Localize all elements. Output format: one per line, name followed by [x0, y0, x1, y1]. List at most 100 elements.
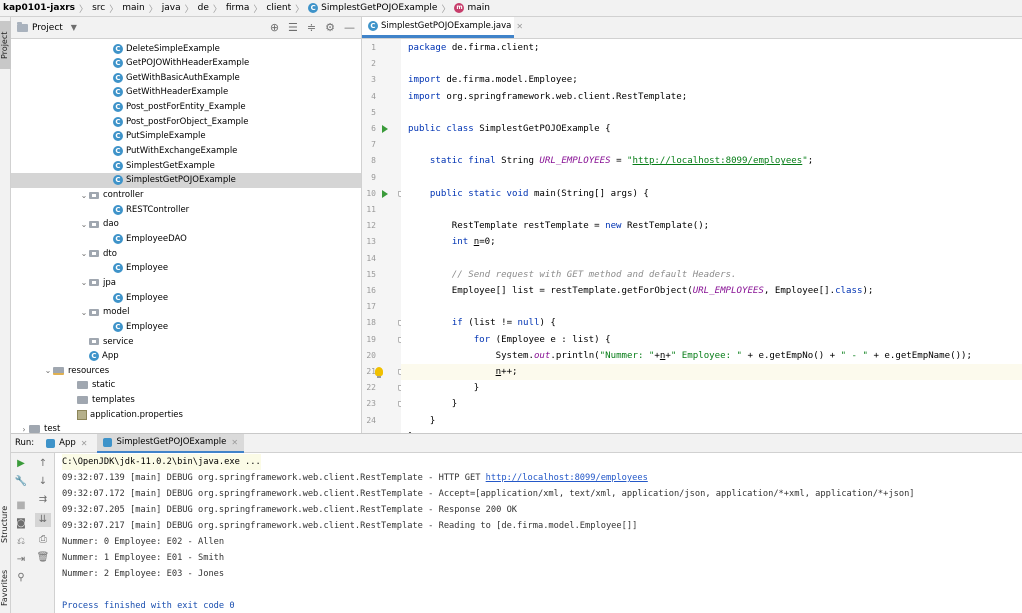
tree-item[interactable]: C GetWithBasicAuthExample [11, 70, 361, 85]
stop-icon[interactable]: ■ [13, 499, 29, 513]
code-token: package [408, 43, 452, 53]
editor-tab-active[interactable]: C SimplestGetPOJOExample.java ✕ [362, 17, 523, 38]
chevron-down-icon[interactable]: ▼ [71, 23, 77, 32]
code-editor[interactable]: package de.firma.client; import de.firma.… [401, 39, 1022, 433]
tree-item[interactable]: static [11, 378, 361, 393]
chevron-right-icon[interactable]: › [19, 425, 29, 433]
tree-item[interactable]: C DeleteSimpleExample [11, 41, 361, 56]
tree-item-label: Employee [126, 263, 169, 274]
locate-icon[interactable]: ⊕ [270, 21, 279, 34]
trash-icon[interactable]: 🗑 [35, 551, 51, 565]
code-line: package de.firma.client; [408, 40, 539, 56]
chevron-down-icon[interactable]: ⌄ [79, 220, 89, 229]
restore-layout-icon[interactable]: ⎌ [13, 535, 29, 549]
chevron-down-icon[interactable]: ⌄ [43, 366, 53, 375]
close-icon[interactable]: ✕ [81, 439, 88, 448]
gear-icon[interactable]: ⚙ [325, 21, 335, 34]
scroll-to-end-icon[interactable]: ⇊ [35, 513, 51, 527]
tree-item-label: resources [68, 365, 110, 376]
breadcrumb-item[interactable]: m main [454, 3, 490, 13]
wrench-icon[interactable]: 🔧 [13, 475, 29, 489]
tree-item[interactable]: application.properties [11, 407, 361, 422]
console-line: Nummer: 0 Employee: E02 - Allen [62, 534, 224, 550]
chevron-down-icon[interactable]: ⌄ [79, 308, 89, 317]
tree-item[interactable]: C SimplestGetExample [11, 158, 361, 173]
scroll-up-icon[interactable]: ↑ [35, 457, 51, 471]
tree-item[interactable]: ⌄ resources [11, 363, 361, 378]
minimize-icon[interactable]: — [344, 21, 355, 34]
breadcrumb-item[interactable]: src [92, 3, 105, 13]
collapse-all-icon[interactable]: ≑ [307, 21, 316, 34]
tree-item[interactable]: C Post_postForObject_Example [11, 114, 361, 129]
breadcrumb-item[interactable]: de [198, 3, 209, 13]
scroll-down-icon[interactable]: ↓ [35, 475, 51, 489]
project-view-selector[interactable]: Project ▼ [17, 21, 77, 33]
line-number: 15 [366, 269, 376, 279]
tree-item[interactable]: C SimplestGetPOJOExample [11, 172, 361, 188]
camera-icon[interactable]: ◙ [13, 517, 29, 531]
tree-item[interactable]: C Employee [11, 261, 361, 276]
tree-item[interactable]: C App [11, 349, 361, 364]
tree-item[interactable]: ⌄ dao [11, 217, 361, 232]
tree-item[interactable]: C PutSimpleExample [11, 129, 361, 144]
tree-item[interactable]: ⌄ jpa [11, 275, 361, 290]
tree-item[interactable]: C EmployeeDAO [11, 231, 361, 246]
code-token: } [408, 383, 480, 394]
favorites-tool-button[interactable]: Favorites [0, 563, 11, 613]
project-tool-button[interactable]: Project [0, 21, 11, 69]
console-output[interactable]: C:\OpenJDK\jdk-11.0.2\bin\java.exe ... 09… [56, 453, 1022, 613]
chevron-right-icon: 〉 [253, 4, 263, 15]
code-line: public class SimplestGetPOJOExample { [408, 121, 611, 137]
print-icon[interactable]: ⎙ [35, 533, 51, 547]
tree-item[interactable]: C GetPOJOWithHeaderExample [11, 56, 361, 71]
tree-item[interactable]: C Employee [11, 290, 361, 305]
breadcrumb-item[interactable]: java [162, 3, 181, 13]
run-tab[interactable]: App ✕ [40, 434, 93, 453]
rerun-icon[interactable]: ▶ [13, 457, 29, 471]
breadcrumb-item[interactable]: main [122, 3, 145, 13]
tree-item[interactable]: C Employee [11, 319, 361, 334]
tree-item[interactable]: service [11, 334, 361, 349]
chevron-down-icon[interactable]: ⌄ [79, 278, 89, 287]
tree-item-label: RESTController [126, 204, 190, 215]
tree-item[interactable]: ⌄ model [11, 305, 361, 320]
close-icon[interactable]: ✕ [516, 22, 523, 31]
pin-icon[interactable]: ⚲ [13, 571, 29, 585]
tree-item[interactable]: templates [11, 393, 361, 408]
tree-item-label: GetWithBasicAuthExample [126, 72, 240, 83]
run-gutter-icon[interactable] [382, 189, 388, 198]
class-icon: C [368, 21, 378, 31]
line-number: 13 [366, 237, 376, 247]
tree-item[interactable]: ⌄ dto [11, 246, 361, 261]
structure-tool-button[interactable]: Structure [0, 495, 11, 553]
exit-icon[interactable]: ⇥ [13, 553, 29, 567]
chevron-right-icon: 〉 [148, 4, 158, 15]
tree-item[interactable]: C GetWithHeaderExample [11, 85, 361, 100]
chevron-down-icon[interactable]: ⌄ [79, 249, 89, 258]
tree-item-label: test [44, 424, 61, 433]
close-icon[interactable]: ✕ [231, 438, 238, 447]
breadcrumb-item[interactable]: firma [226, 3, 250, 13]
console-link[interactable]: http://localhost:8099/employees [486, 473, 648, 483]
tree-item[interactable]: C Post_postForEntity_Example [11, 100, 361, 115]
tree-item-label: GetWithHeaderExample [126, 87, 229, 98]
chevron-down-icon[interactable]: ⌄ [79, 191, 89, 200]
tree-item[interactable]: › test [11, 422, 361, 433]
tree-item-label: model [103, 307, 130, 318]
run-tab[interactable]: SimplestGetPOJOExample ✕ [97, 433, 245, 453]
expand-all-icon[interactable]: ☰ [288, 21, 298, 34]
tree-item[interactable]: C PutWithExchangeExample [11, 144, 361, 159]
breadcrumb-item[interactable]: client [266, 3, 291, 13]
line-number: 17 [366, 302, 376, 312]
lightbulb-icon[interactable] [375, 367, 383, 378]
soft-wrap-icon[interactable]: ⇉ [35, 493, 51, 507]
breadcrumb-item[interactable]: C SimplestGetPOJOExample [308, 3, 437, 13]
run-gutter-icon[interactable] [382, 125, 388, 133]
editor-tab-label: SimplestGetPOJOExample.java [381, 21, 512, 31]
breadcrumb-item[interactable]: kap0101-jaxrs [3, 3, 75, 13]
code-token: http://localhost:8099/employees [632, 156, 803, 167]
line-number: 21 [366, 367, 376, 376]
line-number: 5 [371, 107, 376, 117]
tree-item[interactable]: ⌄ controller [11, 188, 361, 203]
tree-item[interactable]: C RESTController [11, 202, 361, 217]
